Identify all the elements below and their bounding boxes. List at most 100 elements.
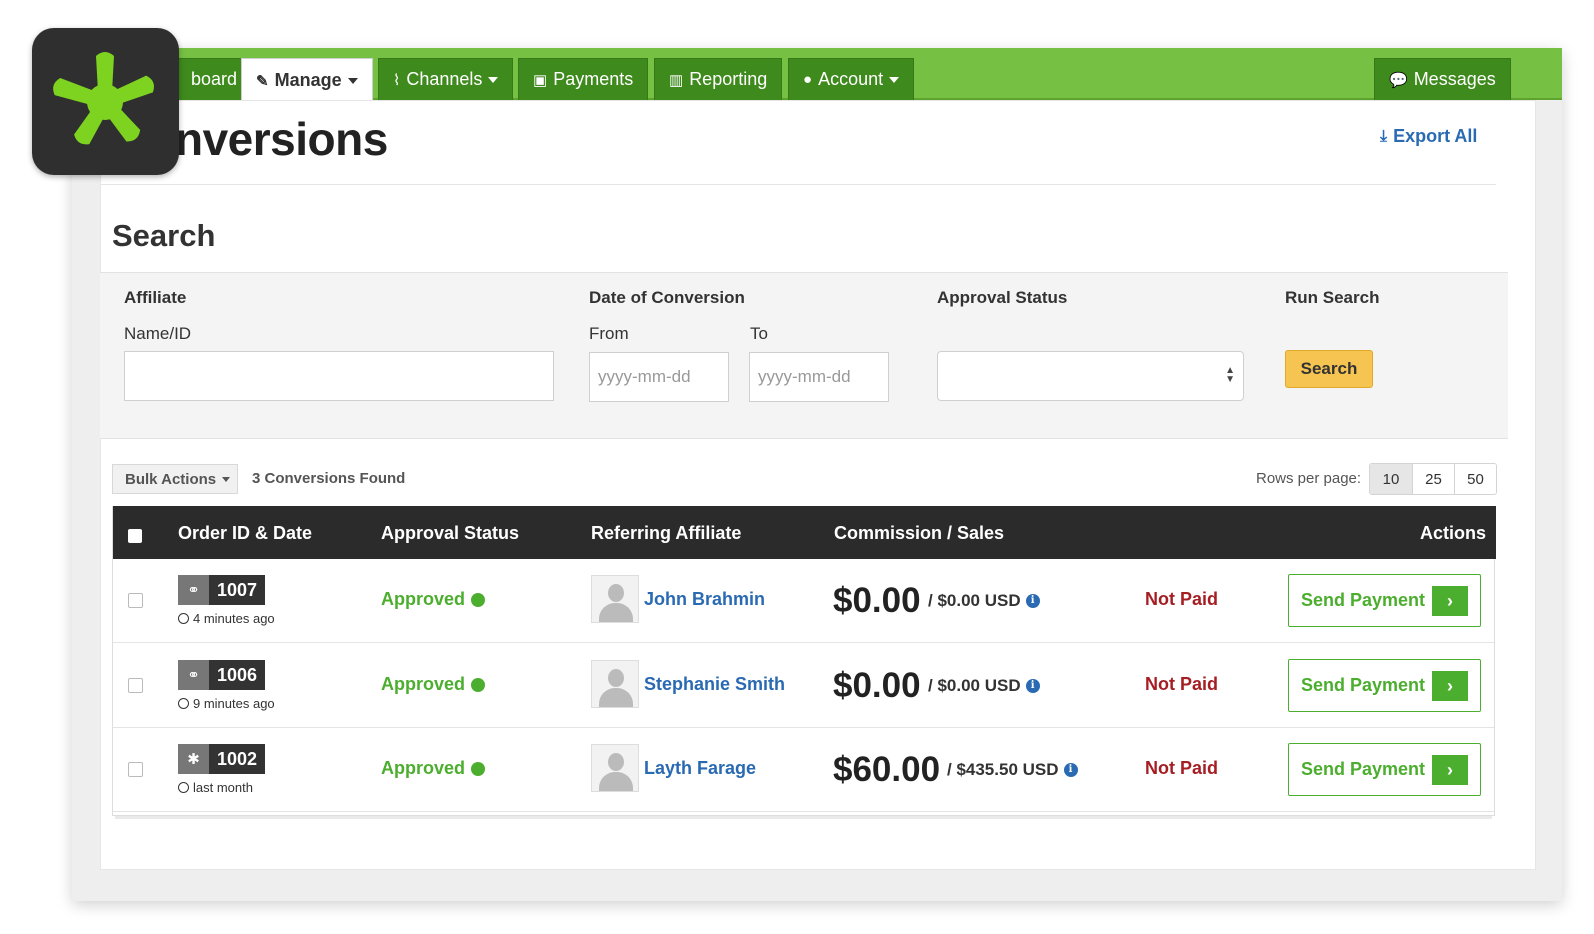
asterisk-logo-icon xyxy=(53,52,154,145)
divider xyxy=(100,184,1496,185)
messages-button[interactable]: 💬 Messages xyxy=(1374,58,1511,100)
info-icon[interactable]: i xyxy=(1025,679,1040,693)
tab-manage[interactable]: ✎ Manage xyxy=(241,58,373,102)
send-payment-button[interactable]: Send Payment › xyxy=(1288,659,1481,712)
tab-dashboard-label: board xyxy=(191,69,238,89)
sales-amount: / $0.00 USD i xyxy=(928,591,1040,611)
avatar xyxy=(591,744,639,792)
order-badge[interactable]: ⚭ 1006 xyxy=(178,660,266,690)
header-order: Order ID & Date xyxy=(178,523,313,543)
order-time: last month xyxy=(178,780,253,795)
sales-amount-text: / $0.00 USD xyxy=(928,591,1021,610)
commission-amount: $0.00 xyxy=(833,581,921,620)
affiliate-link[interactable]: Layth Farage xyxy=(644,758,756,779)
tab-reporting-label: Reporting xyxy=(689,69,768,89)
approval-status: Approved xyxy=(381,674,486,695)
rows-option-10[interactable]: 10 xyxy=(1370,464,1412,494)
from-label: From xyxy=(589,324,629,343)
approval-status-text: Approved xyxy=(381,589,466,609)
search-button[interactable]: Search xyxy=(1285,350,1373,388)
select-all-checkbox[interactable] xyxy=(128,529,142,543)
sales-amount: / $0.00 USD i xyxy=(928,676,1040,696)
order-time-text: 4 minutes ago xyxy=(193,611,275,626)
edit-icon: ✎ xyxy=(256,72,269,90)
approval-status: Approved xyxy=(381,758,486,779)
affiliate-link[interactable]: John Brahmin xyxy=(644,589,765,610)
table-row: ⚭ 1007 4 minutes ago Approved John Brahm… xyxy=(113,559,1494,643)
clock-icon xyxy=(178,782,189,793)
status-dot-icon xyxy=(471,761,486,776)
approval-status-select[interactable]: ▲ ▼ xyxy=(937,351,1244,401)
commission-amount: $60.00 xyxy=(833,750,941,789)
bar-chart-icon: ▥ xyxy=(669,71,684,89)
name-id-input[interactable] xyxy=(124,351,554,401)
avatar xyxy=(591,575,639,623)
row-checkbox[interactable] xyxy=(128,762,143,777)
order-badge[interactable]: ⚭ 1007 xyxy=(178,575,266,605)
status-dot-icon xyxy=(471,677,486,692)
tab-payments-label: Payments xyxy=(553,69,634,89)
send-payment-button[interactable]: Send Payment › xyxy=(1288,574,1481,627)
status-dot-icon xyxy=(471,592,486,607)
tab-account[interactable]: ● Account xyxy=(788,58,915,100)
row-checkbox[interactable] xyxy=(128,678,143,693)
approval-status: Approved xyxy=(381,589,486,610)
affiliate-link[interactable]: Stephanie Smith xyxy=(644,674,785,695)
table-row: ⚭ 1006 9 minutes ago Approved Stephanie … xyxy=(113,644,1494,728)
tab-dashboard[interactable]: board xyxy=(170,58,253,100)
conversions-table: Order ID & Date Approval Status Referrin… xyxy=(112,506,1496,816)
run-search-label: Run Search xyxy=(1285,288,1380,307)
select-arrows-icon: ▲ ▼ xyxy=(1225,365,1235,385)
app-logo xyxy=(32,28,179,175)
send-payment-button[interactable]: Send Payment › xyxy=(1288,743,1481,796)
bulk-actions-label: Bulk Actions xyxy=(125,470,217,488)
results-count: 3 Conversions Found xyxy=(252,470,406,487)
to-label: To xyxy=(750,324,768,343)
from-date-input[interactable]: yyyy-mm-dd xyxy=(589,352,729,402)
sales-amount: / $435.50 USD i xyxy=(947,760,1078,780)
row-checkbox[interactable] xyxy=(128,593,143,608)
tab-account-label: Account xyxy=(818,69,884,89)
top-nav-bar: board ✎ Manage ⌇ Channels ▣ Payments ▥ R… xyxy=(160,48,1562,102)
asterisk-icon: ✱ xyxy=(178,744,209,774)
payment-status: Not Paid xyxy=(1145,589,1219,609)
order-badge[interactable]: ✱ 1002 xyxy=(178,744,266,774)
tab-reporting[interactable]: ▥ Reporting xyxy=(654,58,783,100)
order-time-text: last month xyxy=(193,780,253,795)
order-id: 1007 xyxy=(209,575,266,605)
bulk-actions-dropdown[interactable]: Bulk Actions xyxy=(112,464,238,494)
divider xyxy=(115,816,1492,819)
chevron-down-icon xyxy=(347,77,358,84)
send-payment-label: Send Payment xyxy=(1301,675,1426,695)
rss-icon: ⌇ xyxy=(393,71,401,89)
tab-channels-label: Channels xyxy=(406,69,483,89)
link-icon: ⚭ xyxy=(178,575,209,605)
messages-label: Messages xyxy=(1413,69,1496,89)
tab-channels[interactable]: ⌇ Channels xyxy=(378,58,514,100)
download-icon: ⤓ xyxy=(1380,127,1388,145)
chevron-down-icon xyxy=(222,476,231,482)
commission-amount: $0.00 xyxy=(833,666,921,705)
rows-option-25[interactable]: 25 xyxy=(1412,464,1454,494)
order-time: 4 minutes ago xyxy=(178,611,275,626)
approval-status-label: Approval Status xyxy=(937,288,1068,307)
tab-payments[interactable]: ▣ Payments xyxy=(518,58,649,100)
affiliate-label: Affiliate xyxy=(124,288,187,307)
chevron-down-icon xyxy=(889,76,900,83)
rows-per-page-group: 10 25 50 xyxy=(1369,463,1497,495)
approval-status-text: Approved xyxy=(381,758,466,778)
info-icon[interactable]: i xyxy=(1025,594,1040,608)
order-id: 1006 xyxy=(209,660,266,690)
clock-icon xyxy=(178,613,189,624)
info-icon[interactable]: i xyxy=(1063,763,1078,777)
header-affiliate: Referring Affiliate xyxy=(591,523,742,543)
send-payment-label: Send Payment xyxy=(1301,759,1426,779)
order-time-text: 9 minutes ago xyxy=(193,696,275,711)
rows-option-50[interactable]: 50 xyxy=(1454,464,1496,494)
avatar xyxy=(591,660,639,708)
to-date-input[interactable]: yyyy-mm-dd xyxy=(749,352,889,402)
export-all-link[interactable]: ⤓ Export All xyxy=(1380,126,1477,147)
chevron-right-icon: › xyxy=(1432,586,1468,616)
date-of-conversion-label: Date of Conversion xyxy=(589,288,745,307)
tab-manage-label: Manage xyxy=(274,70,342,90)
